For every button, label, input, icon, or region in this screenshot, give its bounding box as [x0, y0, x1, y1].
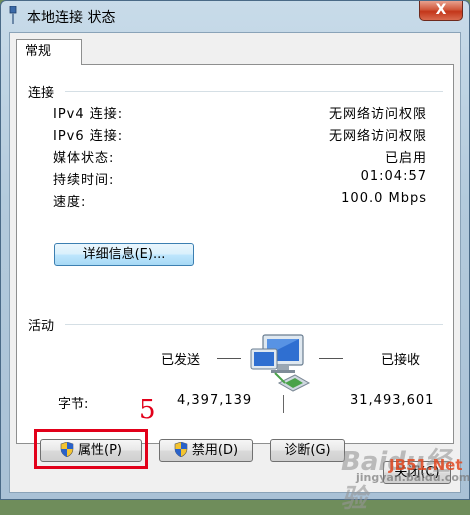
bytes-label: 字节:	[58, 397, 89, 412]
details-button[interactable]: 详细信息(E)...	[54, 243, 194, 266]
dialog-client: 常规 连接 IPv4 连接: 无网络访问权限 IPv6 连接: 无网络访问权限 …	[9, 32, 461, 493]
speed-label: 速度:	[53, 195, 87, 210]
bytes-received-value: 31,493,601	[350, 393, 435, 408]
media-state-value: 已启用	[384, 151, 427, 166]
network-cable-icon	[9, 6, 17, 24]
network-computers-icon	[250, 334, 311, 392]
connection-group-title: 连接	[28, 86, 55, 101]
dialog-window: 本地连接 状态 X 常规 连接 IPv4 连接: 无网络访问权限 IPv6 连接…	[0, 0, 470, 514]
activity-group-divider	[65, 324, 443, 325]
window-title: 本地连接 状态	[27, 10, 116, 26]
ipv6-value: 无网络访问权限	[328, 129, 427, 144]
ipv4-value: 无网络访问权限	[328, 107, 427, 122]
uac-shield-icon	[174, 442, 188, 457]
connection-group-divider	[65, 91, 443, 92]
diagnose-button[interactable]: 诊断(G)	[270, 439, 345, 462]
activity-center-line	[283, 395, 284, 413]
disable-button-label: 禁用(D)	[191, 443, 239, 458]
title-bar[interactable]: 本地连接 状态 X	[1, 1, 469, 31]
uac-shield-icon	[60, 442, 74, 457]
baidu-url-watermark: jingyan.baidu.com	[356, 471, 470, 484]
properties-button-label: 属性(P)	[78, 443, 122, 458]
speed-value: 100.0 Mbps	[341, 191, 427, 206]
duration-label: 持续时间:	[53, 173, 115, 188]
disable-button[interactable]: 禁用(D)	[159, 439, 253, 462]
duration-value: 01:04:57	[360, 169, 427, 184]
tab-general[interactable]: 常规	[16, 39, 82, 65]
annotation-step-number: 5	[139, 395, 156, 425]
ipv6-label: IPv6 连接:	[53, 129, 124, 144]
properties-button[interactable]: 属性(P)	[40, 439, 142, 462]
ipv4-label: IPv4 连接:	[53, 107, 124, 122]
activity-group-title: 活动	[28, 319, 55, 334]
media-state-label: 媒体状态:	[53, 151, 115, 166]
sent-label: 已发送	[161, 353, 201, 368]
bytes-sent-value: 4,397,139	[177, 393, 253, 408]
close-icon: X	[435, 2, 447, 18]
general-tab-panel: 连接 IPv4 连接: 无网络访问权限 IPv6 连接: 无网络访问权限 媒体状…	[16, 64, 454, 469]
window-close-button[interactable]: X	[419, 1, 463, 21]
received-label: 已接收	[381, 353, 421, 368]
received-divider	[319, 358, 343, 359]
sent-divider	[217, 358, 241, 359]
